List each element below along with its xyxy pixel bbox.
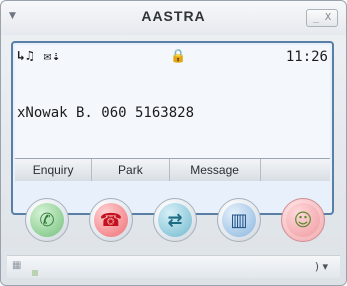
keypad-icon[interactable]: ▦ bbox=[12, 260, 28, 274]
bottom-bar: ▦ ) ▾ bbox=[7, 255, 340, 278]
softkey-enquiry[interactable]: Enquiry bbox=[15, 159, 93, 181]
softkey-empty[interactable] bbox=[261, 159, 330, 181]
softkey-row: Enquiry Park Message bbox=[15, 158, 330, 181]
title-bar: ▼ AASTRA _ X bbox=[1, 1, 346, 35]
status-icons: ↳♫ ✉⇣ bbox=[17, 49, 62, 64]
contact-icon: ☺ bbox=[286, 203, 320, 237]
clock: 11:26 bbox=[285, 49, 328, 65]
phone-app-window: ▼ AASTRA _ X ↳♫ ✉⇣ 🔒 11:26 xNowak B. 060… bbox=[0, 0, 347, 286]
lock-icon: 🔒 bbox=[170, 49, 187, 64]
lcd-screen: ↳♫ ✉⇣ 🔒 11:26 xNowak B. 060 5163828 bbox=[15, 45, 330, 158]
softkey-message[interactable]: Message bbox=[170, 159, 261, 181]
window-controls[interactable]: _ X bbox=[306, 9, 338, 27]
transfer-icon: ⇄ bbox=[158, 203, 192, 237]
hangup-button[interactable]: ☎ bbox=[89, 198, 133, 242]
phonebook-button[interactable]: ▥ bbox=[217, 198, 261, 242]
answer-call-button[interactable]: ✆ bbox=[25, 198, 69, 242]
bottom-right-controls[interactable]: ) ▾ bbox=[315, 260, 328, 273]
function-key-row: ✆ ☎ ⇄ ▥ ☺ bbox=[25, 198, 325, 244]
caller-line: xNowak B. 060 5163828 bbox=[17, 105, 195, 121]
brand-logo: AASTRA bbox=[141, 8, 206, 24]
phone-hangup-icon: ☎ bbox=[94, 203, 128, 237]
transfer-button[interactable]: ⇄ bbox=[153, 198, 197, 242]
phone-display: ↳♫ ✉⇣ 🔒 11:26 xNowak B. 060 5163828 Enqu… bbox=[11, 41, 334, 215]
softkey-park[interactable]: Park bbox=[92, 159, 170, 181]
status-indicator bbox=[32, 270, 38, 276]
phonebook-icon: ▥ bbox=[222, 203, 256, 237]
phone-answer-icon: ✆ bbox=[30, 203, 64, 237]
contacts-button[interactable]: ☺ bbox=[281, 198, 325, 242]
